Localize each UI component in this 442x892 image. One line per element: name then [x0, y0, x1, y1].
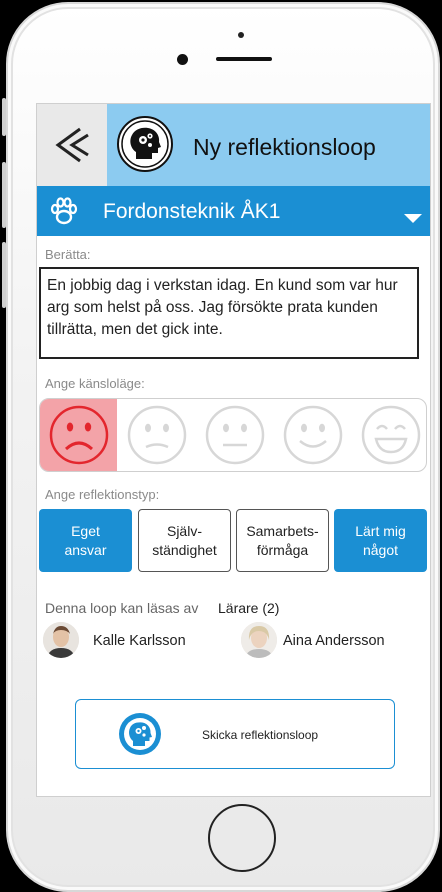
chevron-down-icon — [404, 214, 422, 223]
phone-speaker — [216, 57, 272, 61]
type-button-line1: Själv- — [166, 522, 202, 539]
back-button[interactable] — [37, 104, 107, 186]
mood-option-very-happy[interactable] — [352, 399, 426, 471]
double-chevron-left-icon — [55, 127, 89, 163]
mood-label: Ange känsloläge: — [45, 376, 145, 391]
type-button-lart-mig-nagot[interactable]: Lärt mig något — [334, 509, 427, 572]
app-header: Ny reflektionsloop — [37, 104, 430, 186]
type-button-samarbetsformaga[interactable]: Samarbets-förmåga — [236, 509, 329, 572]
type-button-line1: Samarbets- — [246, 522, 319, 539]
reflection-head-icon — [117, 116, 173, 172]
type-button-line2: ständighet — [152, 541, 217, 558]
course-name: Fordonsteknik ÅK1 — [103, 200, 281, 223]
avatar — [241, 622, 277, 658]
very-sad-face-icon — [49, 405, 108, 465]
type-button-line2: ansvar — [64, 541, 107, 558]
course-selector[interactable]: Fordonsteknik ÅK1 — [37, 186, 430, 236]
paw-icon — [50, 197, 78, 225]
type-button-line2: något — [362, 541, 399, 558]
readers-group[interactable]: Lärare (2) — [218, 600, 279, 616]
neutral-face-icon — [205, 405, 264, 465]
readers-label: Denna loop kan läsas av — [45, 600, 199, 616]
story-label: Berätta: — [45, 247, 91, 262]
very-happy-face-icon — [361, 405, 420, 465]
send-reflection-button[interactable]: Skicka reflektionsloop — [75, 699, 395, 769]
mood-option-happy[interactable] — [274, 399, 351, 471]
type-button-line1: Lärt mig — [355, 522, 406, 539]
person-photo-icon — [241, 622, 277, 658]
send-button-label: Skicka reflektionsloop — [202, 728, 319, 742]
story-textarea[interactable]: En jobbig dag i verkstan idag. En kund s… — [39, 267, 419, 359]
mood-option-sad[interactable] — [118, 399, 195, 471]
mood-option-neutral[interactable] — [196, 399, 273, 471]
phone-camera — [177, 54, 188, 65]
phone-sensor — [238, 32, 244, 38]
phone-side-button — [2, 98, 6, 136]
mood-option-very-sad[interactable] — [40, 399, 117, 471]
reflection-head-icon — [119, 713, 161, 755]
avatar — [43, 622, 79, 658]
page-title: Ny reflektionsloop — [193, 134, 376, 160]
type-button-eget-ansvar[interactable]: Eget ansvar — [39, 509, 132, 572]
type-button-sjalvstandighet[interactable]: Själv-ständighet — [138, 509, 231, 572]
phone-volume-up — [2, 162, 6, 228]
happy-face-icon — [283, 405, 342, 465]
type-button-line1: Eget — [71, 522, 100, 539]
app-screen: Ny reflektionsloop Fordonsteknik ÅK1 Ber… — [36, 103, 431, 797]
person-photo-icon — [43, 622, 79, 658]
mood-selector — [39, 398, 427, 472]
sad-face-icon — [127, 405, 186, 465]
reader-name: Aina Andersson — [283, 633, 385, 649]
reflection-type-label: Ange reflektionstyp: — [45, 487, 160, 502]
type-button-line2: förmåga — [256, 541, 309, 558]
reader-name: Kalle Karlsson — [93, 633, 186, 649]
phone-home-button[interactable] — [208, 804, 276, 872]
phone-volume-down — [2, 242, 6, 308]
